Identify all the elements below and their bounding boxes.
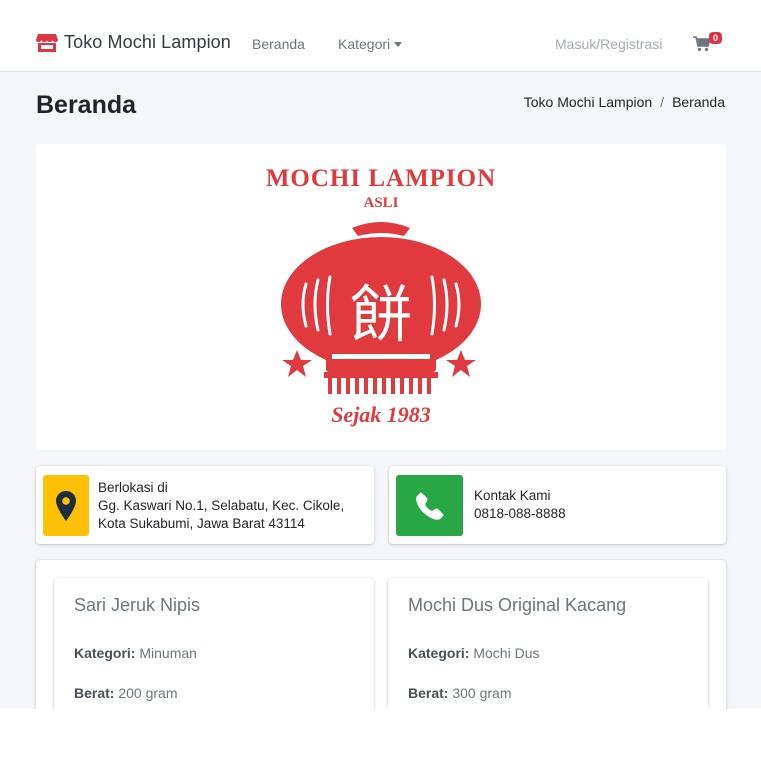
product-category: Kategori: Mochi Dus <box>408 645 539 661</box>
brand-link[interactable]: Toko Mochi Lampion <box>36 32 231 53</box>
product-weight-label: Berat: <box>74 685 115 701</box>
product-weight-label: Berat: <box>408 685 449 701</box>
product-category: Kategori: Minuman <box>74 645 197 661</box>
nav-home-link[interactable]: Beranda <box>252 36 305 52</box>
brand-name: Toko Mochi Lampion <box>64 32 231 52</box>
product-weight-value: 200 gram <box>118 685 178 701</box>
product-weight: Berat: 300 gram <box>408 685 512 701</box>
breadcrumb-current: Beranda <box>672 94 725 110</box>
product-category-label: Kategori: <box>408 645 470 661</box>
contact-phone: 0818-088-8888 <box>474 506 566 521</box>
product-category-label: Kategori: <box>74 645 136 661</box>
store-icon <box>36 33 58 52</box>
mochi-lampion-logo: MOCHI LAMPION ASLI Sejak 1983 餅 <box>266 165 496 427</box>
breadcrumb: Toko Mochi Lampion / Beranda <box>524 94 725 110</box>
product-category-value: Mochi Dus <box>473 645 540 661</box>
product-card[interactable]: Mochi Dus Original Kacang Kategori: Moch… <box>388 578 708 709</box>
product-name[interactable]: Sari Jeruk Nipis <box>74 595 200 616</box>
page-viewport: Toko Mochi Lampion Beranda Kategori Masu… <box>0 0 761 709</box>
hero-logo-banner: MOCHI LAMPION ASLI Sejak 1983 餅 <box>36 144 726 450</box>
svg-text:ASLI: ASLI <box>363 195 398 211</box>
product-card[interactable]: Sari Jeruk Nipis Kategori: Minuman Berat… <box>54 578 374 709</box>
product-list: Sari Jeruk Nipis Kategori: Minuman Berat… <box>36 560 726 709</box>
map-marker-icon <box>56 490 76 521</box>
location-text: Berlokasi di Gg. Kaswari No.1, Selabatu,… <box>98 479 344 533</box>
svg-text:MOCHI LAMPION: MOCHI LAMPION <box>266 165 496 192</box>
cart-button[interactable]: 0 <box>693 32 723 54</box>
navbar: Toko Mochi Lampion Beranda Kategori Masu… <box>0 0 761 72</box>
contact-icon-box <box>396 475 463 536</box>
phone-icon <box>415 492 443 520</box>
product-weight-value: 300 gram <box>452 685 512 701</box>
login-register-link[interactable]: Masuk/Registrasi <box>555 36 662 52</box>
nav-category-dropdown[interactable]: Kategori <box>338 36 403 52</box>
location-label: Berlokasi di <box>98 480 168 495</box>
caret-down-icon <box>394 42 403 47</box>
breadcrumb-separator: / <box>660 94 665 110</box>
breadcrumb-home-link[interactable]: Toko Mochi Lampion <box>524 94 652 110</box>
location-address-line1: Gg. Kaswari No.1, Selabatu, Kec. Cikole, <box>98 498 345 513</box>
product-weight: Berat: 200 gram <box>74 685 178 701</box>
contact-label: Kontak Kami <box>474 488 551 503</box>
location-address-line2: Kota Sukabumi, Jawa Barat 43114 <box>98 516 305 531</box>
product-name[interactable]: Mochi Dus Original Kacang <box>408 595 626 616</box>
page-title: Beranda <box>36 91 137 119</box>
product-category-value: Minuman <box>139 645 197 661</box>
svg-text:Sejak 1983: Sejak 1983 <box>331 402 431 427</box>
nav-category-label: Kategori <box>338 36 391 52</box>
cart-count-badge: 0 <box>709 32 723 44</box>
contact-info-box: Kontak Kami 0818-088-8888 <box>389 466 726 544</box>
location-icon-box <box>43 475 89 536</box>
svg-text:餅: 餅 <box>350 278 412 351</box>
location-info-box: Berlokasi di Gg. Kaswari No.1, Selabatu,… <box>36 466 374 544</box>
contact-text: Kontak Kami 0818-088-8888 <box>474 487 566 523</box>
